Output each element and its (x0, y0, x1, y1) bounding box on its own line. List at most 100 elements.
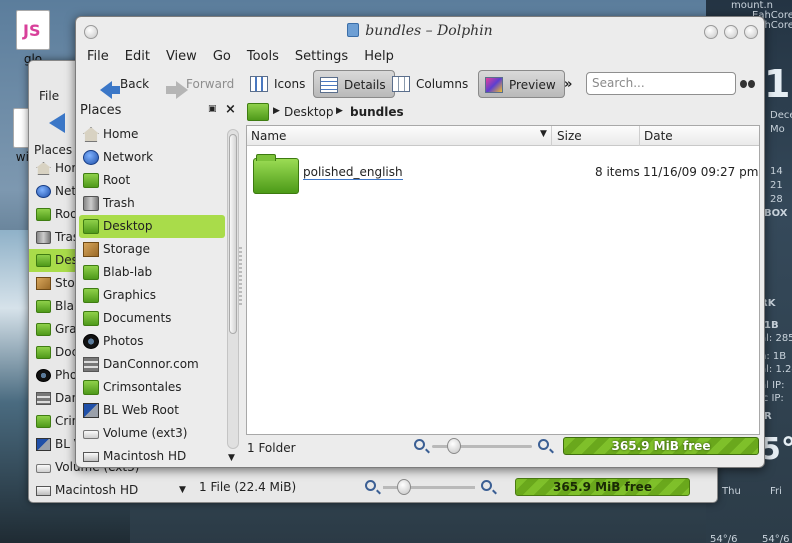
zoom-out-icon[interactable] (365, 480, 376, 491)
menu-edit[interactable]: Edit (120, 47, 155, 67)
places-title: Places (80, 103, 122, 118)
places-item-documents[interactable]: Documents (79, 307, 225, 330)
back-places-item[interactable]: Macintosh HD (29, 479, 201, 502)
breadcrumb: ▶ Desktop ▶ bundles (246, 101, 761, 125)
maximize-button[interactable] (724, 25, 738, 39)
places-item-crimsontales[interactable]: Crimsontales (79, 376, 225, 399)
places-scrollbar-thumb[interactable] (229, 134, 237, 334)
column-header-size[interactable]: Size (553, 126, 640, 146)
back-zoom-slider[interactable] (365, 479, 495, 495)
menu-go[interactable]: Go (208, 47, 236, 67)
back-menu-file[interactable]: File (39, 89, 59, 103)
home-icon (83, 127, 99, 142)
back-places-label: Net (55, 184, 77, 198)
places-item-trash[interactable]: Trash (79, 192, 225, 215)
chevron-right-icon[interactable]: ▶ (336, 106, 343, 116)
places-item-photos[interactable]: Photos (79, 330, 225, 353)
zoom-out-icon[interactable] (414, 439, 428, 453)
breadcrumb-bundles[interactable]: bundles (350, 105, 404, 119)
weather-temps: 54°/6 (762, 534, 790, 543)
menu-bar: File Edit View Go Tools Settings Help (76, 47, 764, 67)
places-item-danconnor[interactable]: DanConnor.com (79, 353, 225, 376)
places-item-macintosh-hd[interactable]: Macintosh HD (79, 445, 225, 468)
menu-settings[interactable]: Settings (290, 47, 353, 67)
places-item-volume[interactable]: Volume (ext3) (79, 422, 225, 445)
back-scroll-down-icon[interactable]: ▼ (179, 485, 186, 495)
places-scrollbar[interactable] (227, 129, 239, 449)
camera-icon (36, 369, 51, 382)
breadcrumb-desktop[interactable]: Desktop (284, 105, 334, 119)
column-header-date[interactable]: Date (640, 126, 760, 146)
icons-view-button[interactable]: Icons (244, 70, 313, 98)
places-item-root[interactable]: Root (79, 169, 225, 192)
menu-help[interactable]: Help (359, 47, 399, 67)
places-item-graphics[interactable]: Graphics (79, 284, 225, 307)
search-input[interactable]: Search... (586, 72, 736, 95)
back-free-space-bar: 365.9 MiB free (515, 478, 690, 496)
toolbar-overflow-button[interactable]: » (564, 77, 572, 92)
columns-view-button[interactable]: Columns (386, 70, 476, 98)
back-slider-knob[interactable] (397, 479, 411, 495)
back-places-label: Hor (55, 161, 77, 175)
places-item-label: Macintosh HD (103, 449, 187, 463)
close-button[interactable] (744, 25, 758, 39)
javascript-file-icon (16, 10, 50, 50)
weather-day: Thu (722, 486, 741, 497)
chevron-right-icon[interactable]: ▶ (273, 106, 280, 116)
places-item-home[interactable]: Home (79, 123, 225, 146)
zoom-in-icon[interactable] (538, 439, 552, 453)
panel-splitter[interactable] (239, 247, 242, 307)
folder-icon (36, 323, 51, 336)
menu-file[interactable]: File (82, 47, 114, 67)
details-label: Details (344, 78, 386, 92)
forward-button[interactable]: Forward (156, 70, 242, 99)
drive-icon (83, 430, 99, 439)
places-item-storage[interactable]: Storage (79, 238, 225, 261)
places-item-blab-lab[interactable]: Blab-lab (79, 261, 225, 284)
zoom-in-icon[interactable] (481, 480, 492, 491)
sort-descending-icon[interactable]: ▼ (540, 129, 547, 139)
desktop-file-icon[interactable]: glo (3, 10, 63, 66)
places-item-label: Trash (103, 196, 135, 210)
home-icon (36, 162, 51, 175)
zoom-slider-knob[interactable] (447, 438, 461, 454)
folder-icon (83, 219, 99, 234)
forward-arrow-icon (162, 76, 188, 99)
back-arrow-icon[interactable] (49, 113, 65, 133)
widget-text: BOX (764, 208, 788, 219)
places-item-desktop[interactable]: Desktop (79, 215, 225, 238)
details-view-icon (320, 77, 338, 93)
forward-label: Forward (186, 77, 235, 91)
file-view[interactable]: Name ▼ Size Date polished_english 8 item… (246, 125, 760, 435)
details-view-button[interactable]: Details (313, 70, 395, 98)
back-button[interactable]: Back (90, 70, 157, 99)
places-item-network[interactable]: Network (79, 146, 225, 169)
menu-tools[interactable]: Tools (242, 47, 284, 67)
close-panel-icon[interactable]: × (225, 102, 236, 117)
preview-button[interactable]: Preview (478, 70, 565, 98)
box-icon (36, 277, 51, 290)
title-bar[interactable]: bundles – Dolphin (76, 17, 764, 47)
widget-text: Mo (770, 124, 785, 135)
server-icon (36, 392, 51, 405)
places-item-bl-web-root[interactable]: BL Web Root (79, 399, 225, 422)
minimize-button[interactable] (704, 25, 718, 39)
folder-icon (36, 208, 51, 221)
column-header-name[interactable]: Name (247, 126, 552, 146)
status-text: 1 Folder (247, 441, 296, 455)
window-title: bundles – Dolphin (76, 23, 764, 39)
places-item-label: DanConnor.com (103, 357, 199, 371)
places-item-label: BL Web Root (103, 403, 179, 417)
table-row[interactable]: polished_english 8 items 11/16/09 09:27 … (247, 153, 759, 195)
back-places-label: Macintosh HD (55, 483, 139, 497)
scroll-down-icon[interactable]: ▼ (228, 453, 235, 463)
widget-text: 21 (770, 180, 783, 191)
menu-view[interactable]: View (161, 47, 202, 67)
folder-icon (83, 173, 99, 188)
widget-text: Dece (770, 110, 792, 121)
float-panel-icon[interactable]: ▣ (208, 104, 217, 114)
hd-icon (83, 452, 99, 462)
binoculars-icon[interactable] (740, 76, 756, 90)
folder-icon (36, 346, 51, 359)
folder-icon[interactable] (247, 103, 269, 121)
